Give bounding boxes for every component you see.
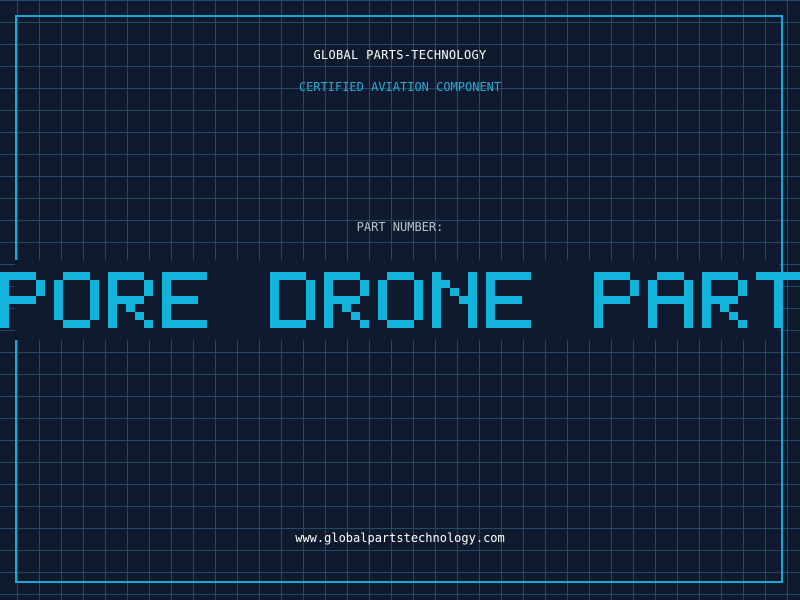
company-name: GLOBAL PARTS-TECHNOLOGY (313, 48, 487, 62)
tagline: CERTIFIED AVIATION COMPONENT (298, 80, 502, 94)
website-url: www.globalpartstechnology.com (295, 531, 505, 545)
card-page: GLOBAL PARTS-TECHNOLOGY CERTIFIED AVIATI… (0, 0, 800, 600)
part-number-label: PART NUMBER: (356, 220, 444, 234)
part-number-text (0, 260, 800, 340)
